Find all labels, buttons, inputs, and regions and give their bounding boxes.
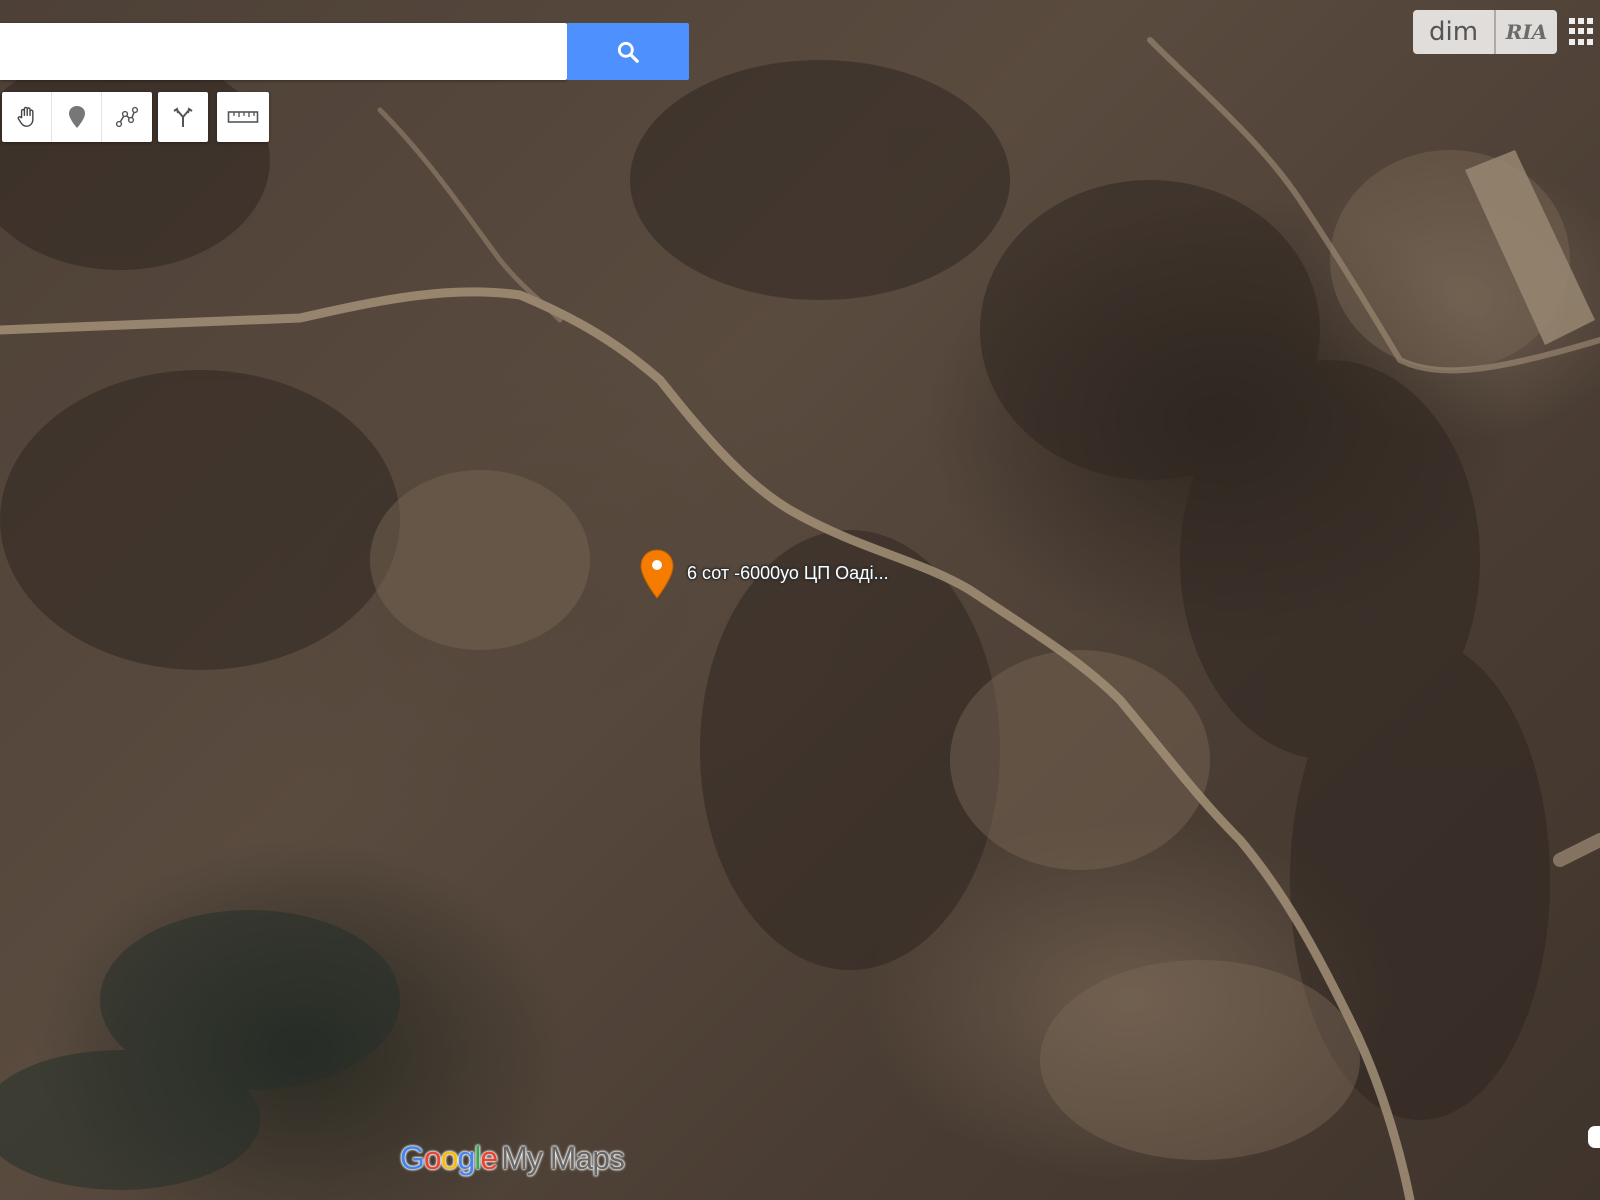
satellite-map[interactable] [0,0,1600,1200]
directions-button[interactable] [158,92,208,142]
tool-group-primary [2,92,152,142]
brand-badge[interactable]: dim RIA [1413,10,1557,54]
hand-icon [17,106,34,127]
tool-group-directions [158,92,208,142]
search-button[interactable] [567,23,689,80]
logo-letter: o [440,1140,459,1176]
feedback-icon[interactable] [1588,1126,1600,1148]
add-marker-button[interactable] [52,92,102,142]
google-my-maps-logo: Google My Maps [400,1140,625,1180]
logo-letter: o [423,1140,442,1176]
logo-letter: g [457,1140,475,1176]
pin-icon [68,106,85,128]
measure-distance-button[interactable] [217,92,269,142]
apps-grid-icon[interactable] [1569,18,1597,46]
ruler-icon [227,111,259,123]
brand-dim-text: dim [1428,17,1479,47]
draw-line-button[interactable] [102,92,152,142]
marker-label[interactable]: 6 сот -6000уо ЦП Оаді... [687,563,889,584]
pan-tool-button[interactable] [2,92,52,142]
brand-ria-text: RIA [1505,20,1548,44]
logo-letter: G [400,1140,425,1176]
logo-letter: e [480,1140,498,1176]
logo-my-maps: My Maps [501,1140,625,1176]
draw-line-icon [115,106,139,128]
location-pin-icon[interactable] [638,548,676,600]
tool-group-measure [217,92,269,142]
map-terrain [0,37,1600,1200]
search-icon [617,41,639,63]
search-input[interactable] [0,23,564,78]
search-box [0,23,567,80]
logo-letter-g: Google [400,1140,498,1177]
directions-icon [173,107,193,127]
